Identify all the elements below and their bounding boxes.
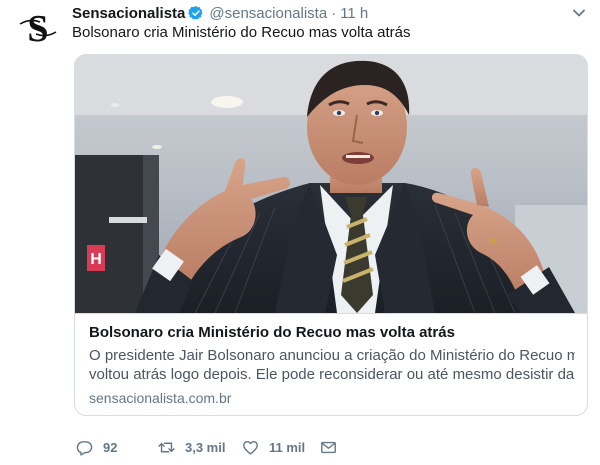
reply-count: 92 [103,439,118,455]
direct-message-button[interactable] [320,439,337,456]
card-description: O presidente Jair Bolsonaro anunciou a c… [89,346,575,384]
sensacionalista-logo-icon: S [16,6,60,50]
card-title[interactable]: Bolsonaro cria Ministério do Recuo mas v… [89,323,575,342]
author-handle[interactable]: @sensacionalista [209,5,327,22]
card-description-line: O presidente Jair Bolsonaro anunciou a c… [89,347,575,364]
avatar-letter: S [27,8,48,50]
card-domain[interactable]: sensacionalista.com.br [89,389,575,407]
tweet-actions: 92 3,3 mil 11 mil [76,436,337,458]
reply-button[interactable]: 92 [76,439,158,456]
like-count: 11 mil [269,439,306,455]
tweet-text: Bolsonaro cria Ministério do Recuo mas v… [72,24,411,41]
avatar[interactable]: S [16,6,60,50]
tweet-header: Sensacionalista @sensacionalista · 11 h [72,3,368,23]
like-button[interactable]: 11 mil [242,439,320,456]
card-image[interactable]: H [75,55,587,313]
envelope-icon [321,441,336,453]
verified-badge-icon [188,5,204,21]
retweet-icon [158,442,175,452]
retweet-count: 3,3 mil [185,439,226,455]
card-body[interactable]: Bolsonaro cria Ministério do Recuo mas v… [75,313,587,415]
chevron-down-icon[interactable] [572,6,586,20]
heart-icon [243,440,258,455]
photo-man-in-suit-pointing-icon: H [75,55,587,313]
tweet-timestamp[interactable]: 11 h [340,5,368,22]
card-description-line: voltou atrás logo depois. Ele pode recon… [89,366,575,383]
link-card[interactable]: H Bolsonaro cria Ministério do Recuo mas… [74,54,588,416]
author-name[interactable]: Sensacionalista [72,5,185,22]
retweet-button[interactable]: 3,3 mil [158,439,242,456]
reply-icon [76,440,93,456]
sign-letter: H [90,251,102,268]
separator-dot: · [331,4,337,22]
